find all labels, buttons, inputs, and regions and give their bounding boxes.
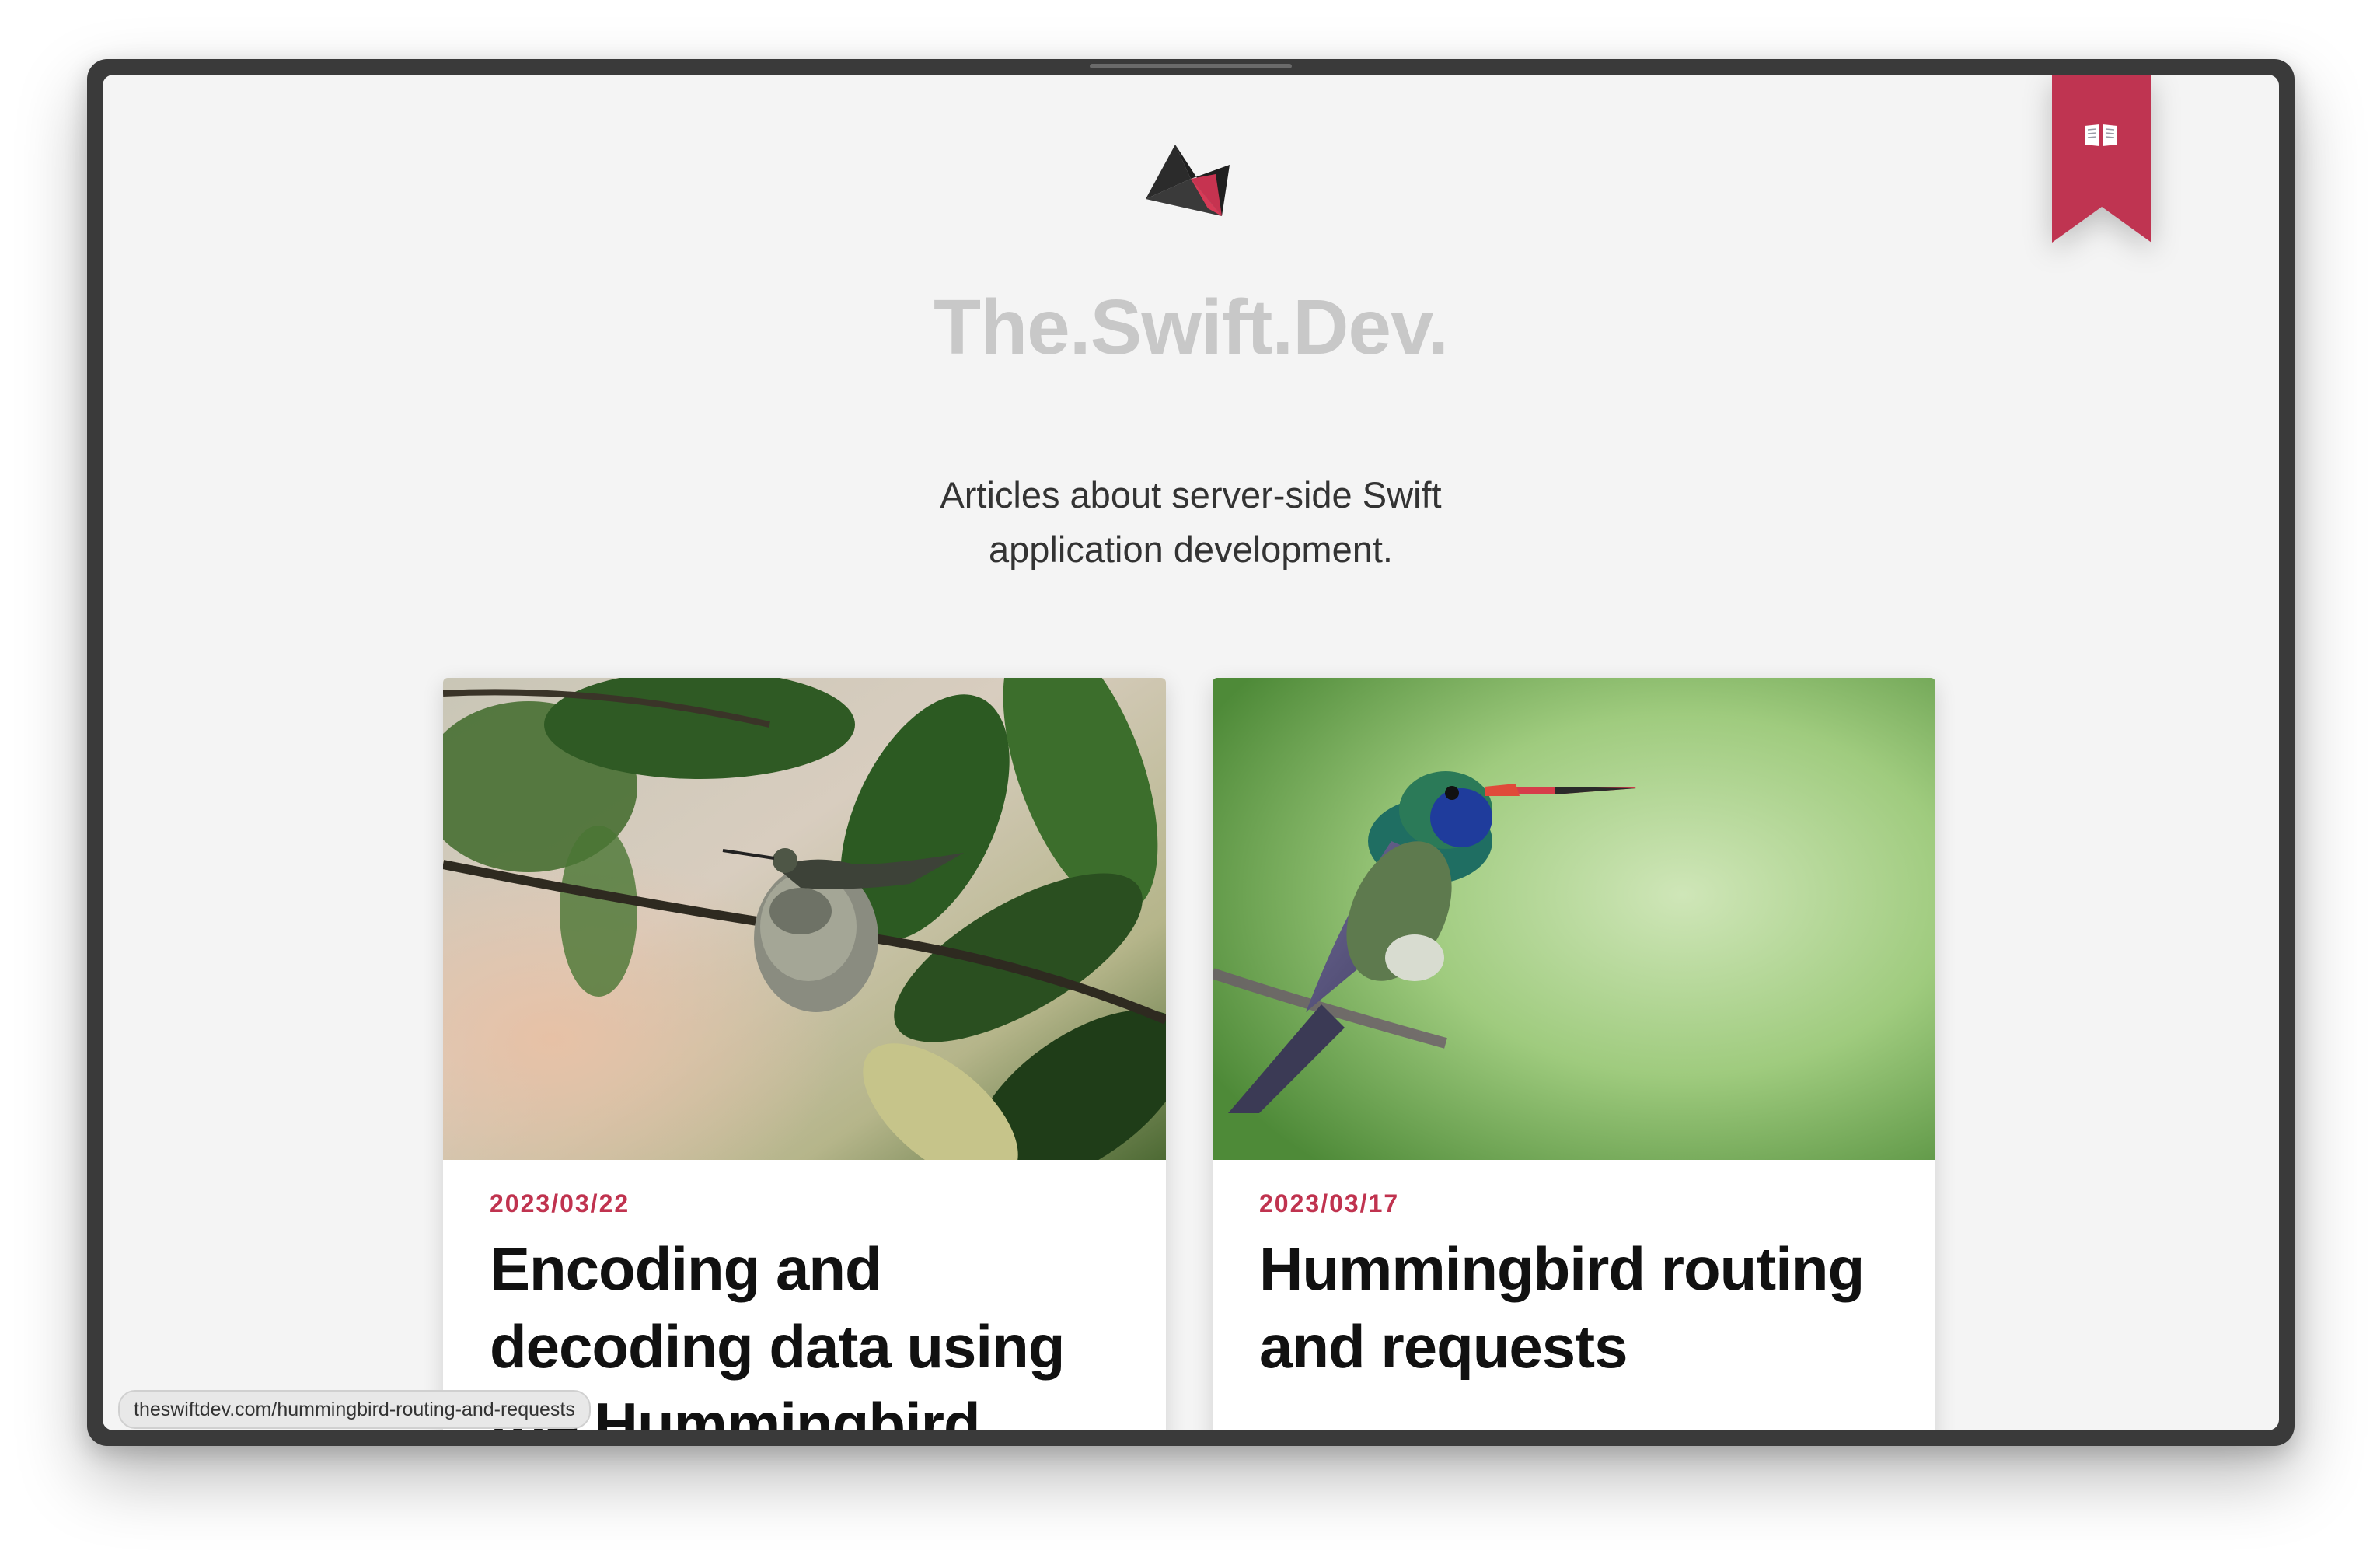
article-date: 2023/03/17 [1259, 1189, 1400, 1217]
swiftdev-logo-icon [1146, 145, 1230, 216]
tagline-line-2: application development. [989, 529, 1393, 570]
link-status-bar: theswiftdev.com/hummingbird-routing-and-… [118, 1390, 591, 1429]
device-frame: The.Swift.Dev. Articles about server-sid… [87, 59, 2295, 1446]
hummingbird-nest-image [443, 678, 1166, 1160]
browser-viewport: The.Swift.Dev. Articles about server-sid… [103, 75, 2279, 1430]
article-title[interactable]: Hummingbird routing and requests [1259, 1230, 1897, 1385]
tagline-line-1: Articles about server-side Swift [940, 474, 1442, 515]
open-book-icon [2085, 124, 2117, 146]
article-card[interactable]: 2023/03/22 Encoding and decoding data us… [443, 678, 1166, 1430]
bookmark-ribbon [2052, 75, 2151, 243]
site-tagline: Articles about server-side Swift applica… [880, 468, 1502, 577]
article-card[interactable]: 2023/03/17 Hummingbird routing and reque… [1213, 678, 1935, 1430]
article-date: 2023/03/22 [490, 1189, 630, 1217]
site-title: The.Swift.Dev. [933, 284, 1449, 371]
device-notch [1090, 64, 1292, 68]
hummingbird-perched-image [1213, 678, 1935, 1160]
